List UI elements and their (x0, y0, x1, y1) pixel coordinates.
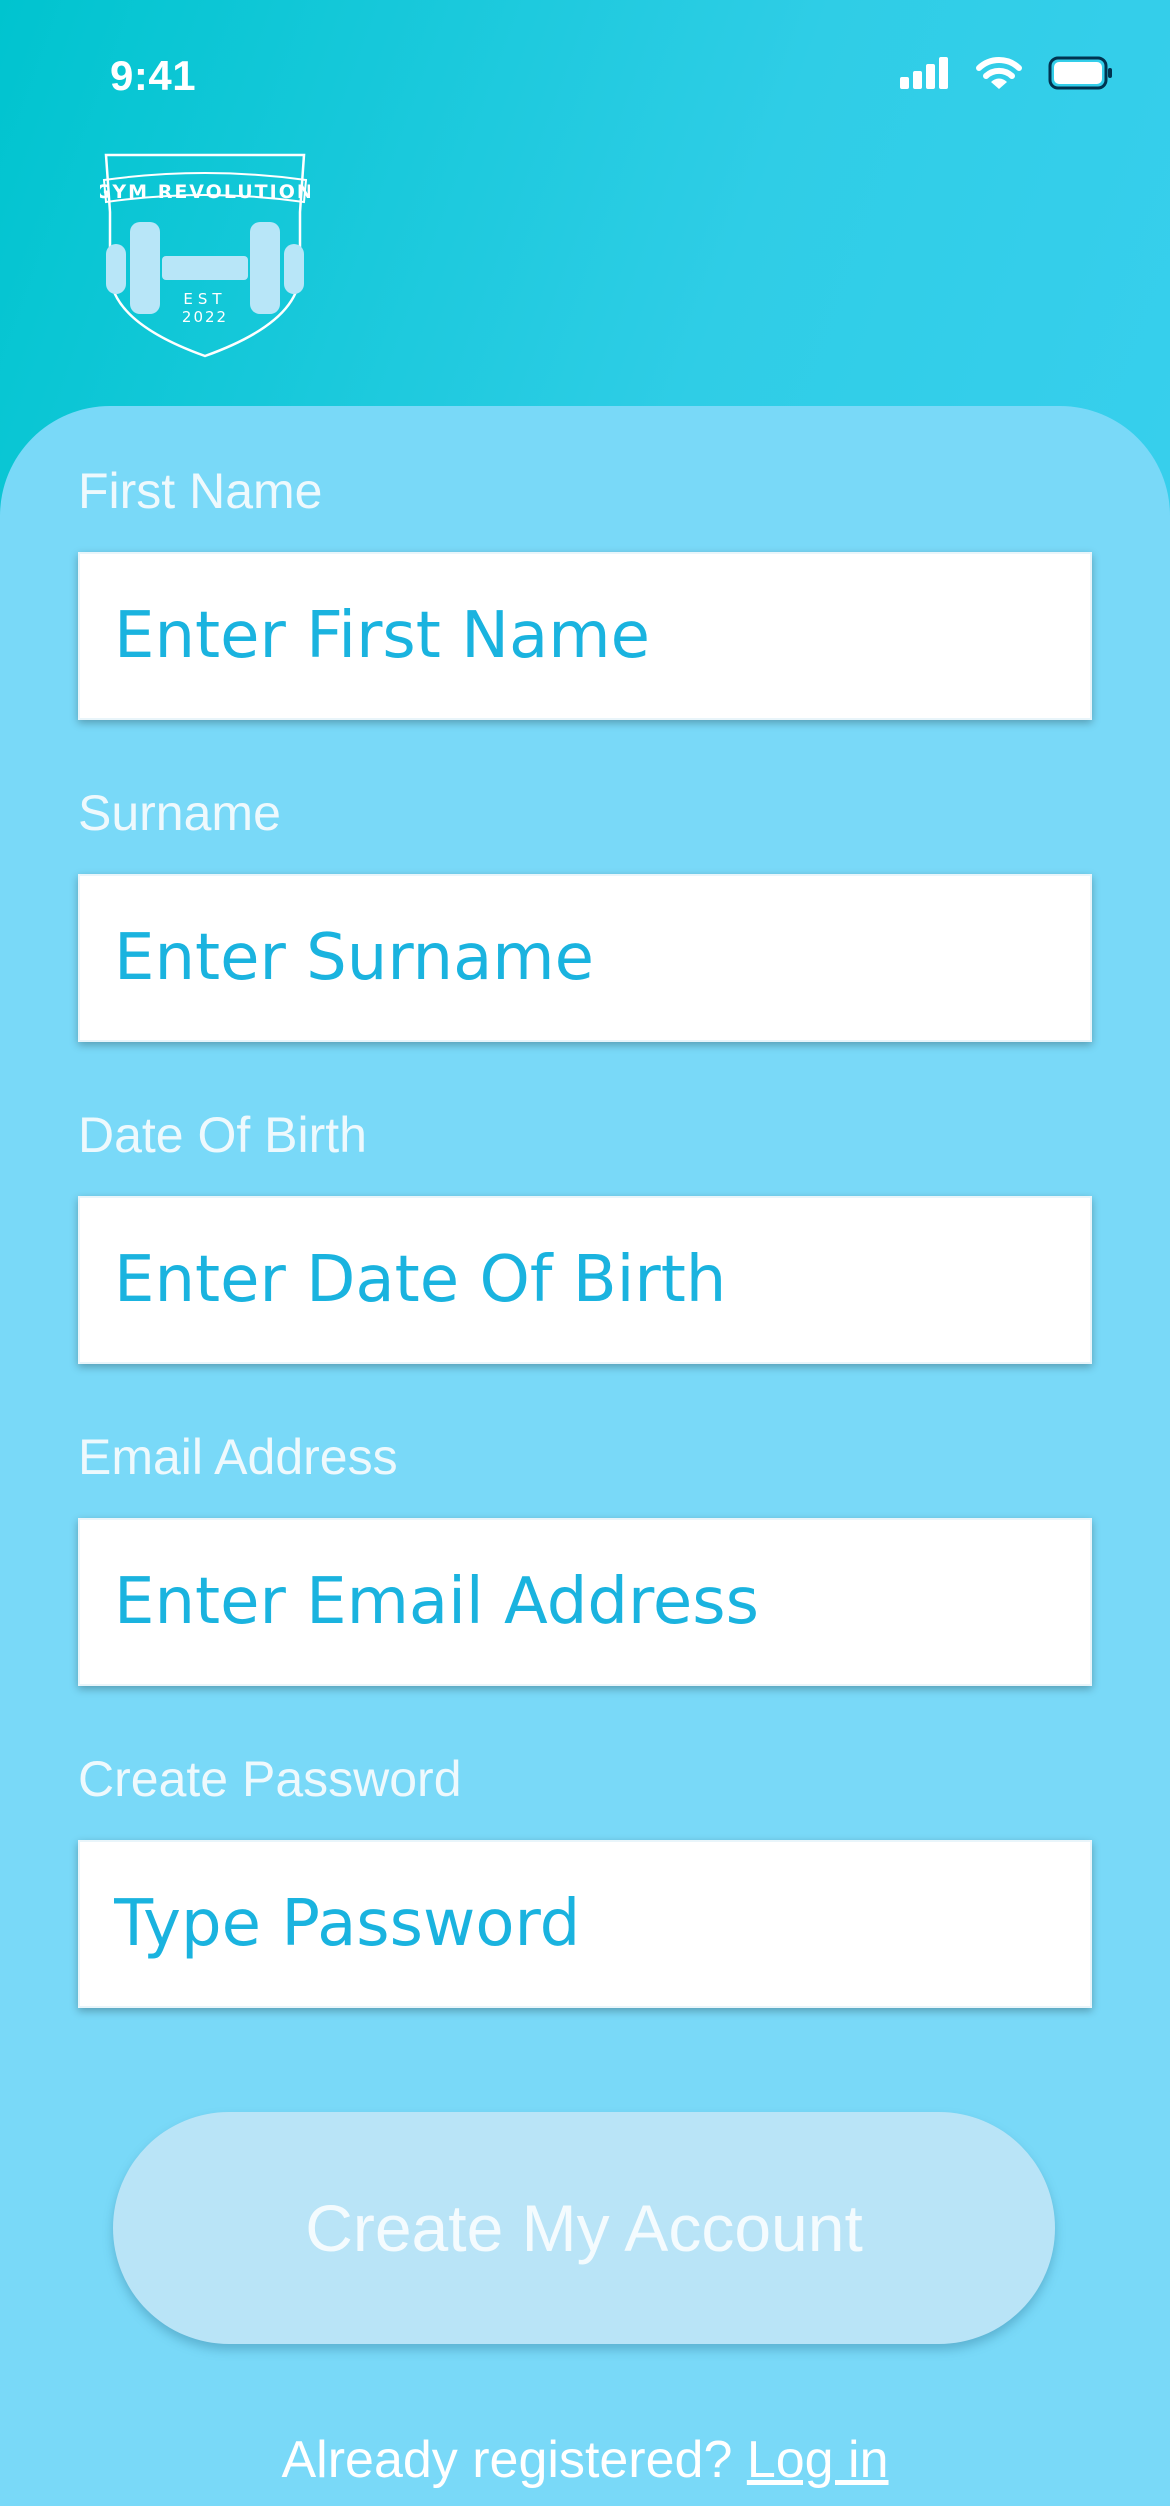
signup-form-card: First Name Surname Date Of Birth Email A… (0, 406, 1170, 2506)
battery-icon (1048, 56, 1114, 90)
login-prompt-text: Already registered? (281, 2431, 747, 2489)
status-icons (900, 56, 1114, 90)
create-password-label: Create Password (78, 1751, 462, 1807)
date-of-birth-input[interactable] (78, 1196, 1092, 1364)
create-account-button[interactable]: Create My Account (113, 2112, 1055, 2344)
status-bar: 9:41 (0, 0, 1170, 150)
gym-logo: GYM REVOLUTION EST 2022 (100, 152, 310, 358)
date-of-birth-label: Date Of Birth (78, 1107, 367, 1163)
status-time: 9:41 (110, 52, 197, 99)
email-address-input[interactable] (78, 1518, 1092, 1686)
logo-text: GYM REVOLUTION (100, 181, 310, 203)
surname-input[interactable] (78, 874, 1092, 1042)
wifi-icon (976, 56, 1022, 90)
email-address-label: Email Address (78, 1429, 398, 1485)
logo-year: 2022 (182, 308, 228, 326)
first-name-input[interactable] (78, 552, 1092, 720)
cellular-signal-icon (900, 57, 950, 89)
login-link[interactable]: Log in (747, 2431, 889, 2489)
first-name-label: First Name (78, 463, 323, 519)
password-input[interactable] (78, 1840, 1092, 2008)
surname-label: Surname (78, 785, 281, 841)
logo-est: EST (183, 290, 226, 308)
login-prompt-row: Already registered? Log in (0, 2430, 1170, 2490)
